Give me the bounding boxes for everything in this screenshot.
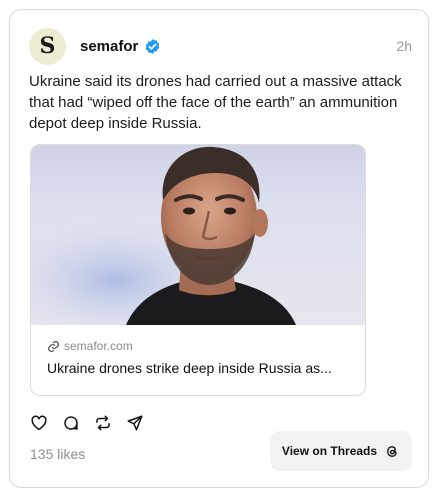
link-preview-card[interactable]: semafor.com Ukraine drones strike deep i… <box>30 144 366 396</box>
share-icon[interactable] <box>126 414 144 432</box>
action-bar <box>30 414 158 432</box>
post-time: 2h <box>396 38 412 54</box>
likes-count[interactable]: 135 likes <box>30 446 85 462</box>
post-card: S semafor 2h Ukraine said its drones had… <box>9 9 429 488</box>
avatar[interactable]: S <box>29 27 66 65</box>
portrait-photo <box>31 145 365 325</box>
link-title[interactable]: Ukraine drones strike deep inside Russia… <box>47 360 355 376</box>
avatar-letter: S <box>39 33 56 59</box>
post-header: S semafor 2h <box>29 27 412 65</box>
link-domain-row: semafor.com <box>47 339 355 353</box>
repost-icon[interactable] <box>94 414 112 432</box>
link-preview-meta: semafor.com Ukraine drones strike deep i… <box>47 339 355 376</box>
threads-icon <box>387 445 397 457</box>
verified-icon <box>146 38 160 54</box>
view-on-threads-label: View on Threads <box>281 444 378 458</box>
link-icon <box>48 340 59 352</box>
username[interactable]: semafor <box>80 38 138 55</box>
heart-icon[interactable] <box>30 414 48 432</box>
comment-icon[interactable] <box>62 414 80 432</box>
post-text: Ukraine said its drones had carried out … <box>29 73 402 132</box>
link-domain: semafor.com <box>64 339 133 353</box>
link-preview-image <box>31 145 365 325</box>
view-on-threads-button[interactable]: View on Threads <box>270 431 412 471</box>
